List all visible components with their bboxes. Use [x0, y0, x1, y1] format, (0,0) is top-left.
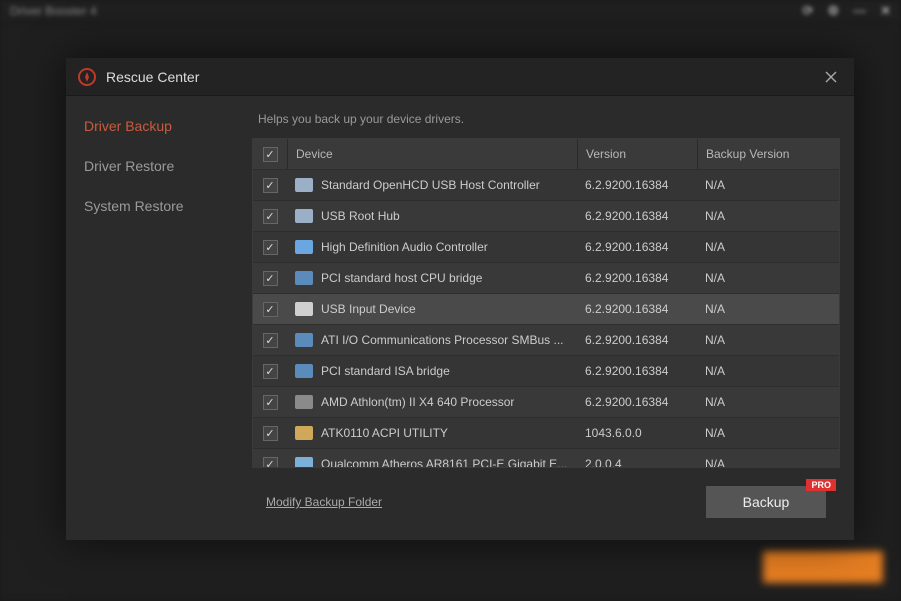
table-row[interactable]: ✓ USB Input Device 6.2.9200.16384N/A	[253, 293, 839, 324]
net-icon	[295, 457, 313, 467]
device-version: 6.2.9200.16384	[577, 271, 697, 285]
sidebar: Driver Backup Driver Restore System Restor…	[66, 96, 244, 540]
content-area: Helps you back up your device drivers. ✓…	[244, 96, 854, 540]
input-icon	[295, 302, 313, 316]
device-version: 2.0.0.4	[577, 457, 697, 467]
device-name: Standard OpenHCD USB Host Controller	[321, 178, 540, 192]
row-checkbox[interactable]: ✓	[263, 178, 278, 193]
device-name: ATK0110 ACPI UTILITY	[321, 426, 448, 440]
select-all-checkbox[interactable]: ✓	[263, 147, 278, 162]
table-row[interactable]: ✓ Standard OpenHCD USB Host Controller 6.2…	[253, 169, 839, 200]
sidebar-item-label: Driver Restore	[84, 158, 174, 174]
backup-button-wrap: Backup PRO	[706, 486, 826, 518]
device-backup-version: N/A	[697, 271, 817, 285]
audio-icon	[295, 240, 313, 254]
table-row[interactable]: ✓ ATI I/O Communications Processor SMBus …	[253, 324, 839, 355]
row-checkbox[interactable]: ✓	[263, 426, 278, 441]
device-name: PCI standard ISA bridge	[321, 364, 450, 378]
table-body[interactable]: ✓ Standard OpenHCD USB Host Controller 6.2…	[253, 169, 839, 467]
modify-backup-folder-link[interactable]: Modify Backup Folder	[266, 495, 382, 509]
app-title: Driver Booster 4	[10, 4, 97, 18]
col-version[interactable]: Version	[577, 139, 697, 169]
sidebar-item-label: Driver Backup	[84, 118, 172, 134]
row-checkbox[interactable]: ✓	[263, 364, 278, 379]
col-device[interactable]: Device	[287, 139, 577, 169]
device-backup-version: N/A	[697, 333, 817, 347]
table-row[interactable]: ✓ PCI standard ISA bridge 6.2.9200.16384N/…	[253, 355, 839, 386]
pci-icon	[295, 364, 313, 378]
device-backup-version: N/A	[697, 240, 817, 254]
device-name: High Definition Audio Controller	[321, 240, 488, 254]
device-version: 6.2.9200.16384	[577, 240, 697, 254]
helper-text: Helps you back up your device drivers.	[258, 112, 840, 126]
device-backup-version: N/A	[697, 178, 817, 192]
rescue-center-modal: Rescue Center Driver Backup Driver Restor…	[66, 58, 854, 540]
activate-button-blurred	[763, 551, 883, 583]
device-version: 6.2.9200.16384	[577, 209, 697, 223]
table-row[interactable]: ✓ High Definition Audio Controller 6.2.920…	[253, 231, 839, 262]
sidebar-item-backup[interactable]: Driver Backup	[66, 106, 244, 146]
device-version: 6.2.9200.16384	[577, 302, 697, 316]
device-backup-version: N/A	[697, 426, 817, 440]
table-header: ✓ Device Version Backup Version	[253, 139, 839, 169]
device-version: 6.2.9200.16384	[577, 364, 697, 378]
device-version: 1043.6.0.0	[577, 426, 697, 440]
row-checkbox[interactable]: ✓	[263, 302, 278, 317]
table-row[interactable]: ✓ USB Root Hub 6.2.9200.16384N/A	[253, 200, 839, 231]
usb-icon	[295, 178, 313, 192]
titlebar-icons: ⟳⚙—✕	[803, 3, 891, 19]
device-version: 6.2.9200.16384	[577, 333, 697, 347]
device-backup-version: N/A	[697, 209, 817, 223]
device-version: 6.2.9200.16384	[577, 395, 697, 409]
table-row[interactable]: ✓ Qualcomm Atheros AR8161 PCI-E Gigabit E…	[253, 448, 839, 467]
row-checkbox[interactable]: ✓	[263, 209, 278, 224]
row-checkbox[interactable]: ✓	[263, 395, 278, 410]
sidebar-item-system[interactable]: System Restore	[66, 186, 244, 226]
device-name: AMD Athlon(tm) II X4 640 Processor	[321, 395, 514, 409]
modal-body: Driver Backup Driver Restore System Restor…	[66, 96, 854, 540]
device-name: USB Input Device	[321, 302, 416, 316]
row-checkbox[interactable]: ✓	[263, 240, 278, 255]
modal-footer: Modify Backup Folder Backup PRO	[252, 468, 840, 536]
pro-badge: PRO	[806, 479, 836, 491]
device-version: 6.2.9200.16384	[577, 178, 697, 192]
row-checkbox[interactable]: ✓	[263, 333, 278, 348]
device-name: Qualcomm Atheros AR8161 PCI-E Gigabit E.…	[321, 457, 567, 467]
col-backup-version[interactable]: Backup Version	[697, 139, 817, 169]
device-backup-version: N/A	[697, 364, 817, 378]
row-checkbox[interactable]: ✓	[263, 457, 278, 468]
select-all-cell: ✓	[253, 147, 287, 162]
device-name: ATI I/O Communications Processor SMBus .…	[321, 333, 564, 347]
app-titlebar: Driver Booster 4 ⟳⚙—✕	[0, 0, 901, 22]
table-row[interactable]: ✓ PCI standard host CPU bridge 6.2.9200.16…	[253, 262, 839, 293]
driver-table: ✓ Device Version Backup Version ✓ Standar…	[252, 138, 840, 468]
pci-icon	[295, 271, 313, 285]
device-name: PCI standard host CPU bridge	[321, 271, 482, 285]
sidebar-item-restore[interactable]: Driver Restore	[66, 146, 244, 186]
rescue-icon	[78, 68, 96, 86]
close-button[interactable]	[820, 66, 842, 88]
cpu-icon	[295, 395, 313, 409]
table-row[interactable]: ✓ ATK0110 ACPI UTILITY 1043.6.0.0N/A	[253, 417, 839, 448]
device-backup-version: N/A	[697, 302, 817, 316]
board-icon	[295, 426, 313, 440]
modal-title: Rescue Center	[106, 69, 199, 85]
device-backup-version: N/A	[697, 395, 817, 409]
device-backup-version: N/A	[697, 457, 817, 467]
usb-icon	[295, 209, 313, 223]
device-name: USB Root Hub	[321, 209, 400, 223]
table-row[interactable]: ✓ AMD Athlon(tm) II X4 640 Processor 6.2.9…	[253, 386, 839, 417]
sidebar-item-label: System Restore	[84, 198, 184, 214]
pci-icon	[295, 333, 313, 347]
modal-header: Rescue Center	[66, 58, 854, 96]
row-checkbox[interactable]: ✓	[263, 271, 278, 286]
